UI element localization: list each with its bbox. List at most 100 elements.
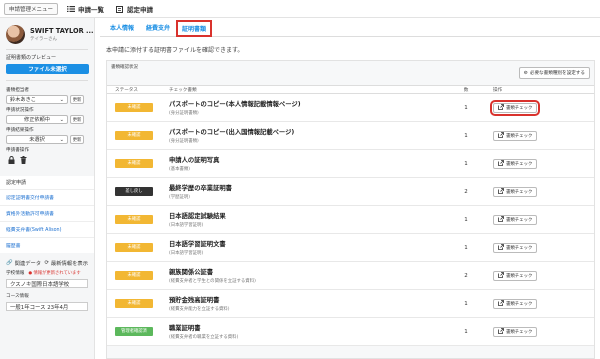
gear-icon: ⚙ [523,70,528,76]
document-title: 親族関係公証書 [169,269,214,276]
document-count: 2 [464,188,468,195]
external-link-icon [498,187,504,196]
school-info: 学校情報 ● 情報が更新されています クスノキ国際日本語学校 コース情報 一般1年… [0,270,94,311]
set-required-docs-button[interactable]: ⚙ 必要な書類種別を設定する [518,67,590,79]
links-header: 認定申請 [6,180,27,186]
update-button[interactable]: 更新 [70,115,84,124]
course-label: コース情報 [6,294,29,299]
status-badge: 管理者確認済 [115,327,153,336]
table-row: 管理者確認済 職業証明書 (経費支弁者の職業を立証する資料) 1 書類チェック [107,318,594,346]
table-row: 差し戻し 最終学歴の卒業証明書 (学歴証明) 2 書類チェック [107,178,594,206]
chevron-down-icon: ⌄ [59,96,64,103]
application-menu-button[interactable]: 申請管理メニュー [4,2,59,15]
tab-certificates[interactable]: 証明書類 [176,20,213,37]
document-icon [116,5,124,13]
link-certificate-application[interactable]: 認定証明書交付申請書 [0,189,94,205]
header-actions: 操作 [493,87,503,93]
application-status-select[interactable]: 修正依頼中 ⌄ [6,115,68,124]
button-label: 書類チェック [506,301,533,307]
document-check-button[interactable]: 書類チェック [493,130,538,141]
top-bar: 申請管理メニュー 申請一覧 認定申請 [0,0,600,18]
document-check-button[interactable]: 書類チェック [493,214,538,225]
page-description: 本申請に添付する証明書ファイルを確認できます。 [106,47,244,54]
table-row: 未確認 パスポートのコピー(出入国情報記載ページ) (身分証明書類) 1 書類チェック [107,122,594,150]
nav-certification-application[interactable]: 認定申請 [116,4,153,14]
update-button[interactable]: 更新 [70,135,84,144]
header-document: チェック書類 [169,87,197,93]
profile-name: SWIFT TAYLOR ... [30,27,94,35]
link-activity-permission[interactable]: 資格外活動許可申請書 [0,205,94,221]
document-check-button[interactable]: 書類チェック [493,186,538,197]
side-actions: 🔗 関連データ ⟳ 最新情報を表示 [0,253,94,270]
document-owner-select[interactable]: 鈴木あきこ ⌄ [6,95,68,104]
nav-application-list[interactable]: 申請一覧 [67,4,104,14]
table-row: 未確認 親族関係公証書 (経費支弁者と学生との関係を立証する資料) 2 書類チェック [107,262,594,290]
nav-label: 申請一覧 [78,5,105,14]
status-badge: 未確認 [115,215,153,224]
document-check-button[interactable]: 書類チェック [493,270,538,281]
document-check-button[interactable]: 書類チェック [493,326,538,337]
document-check-button[interactable]: 書類チェック [489,99,541,116]
button-label: 書類チェック [506,105,533,111]
document-check-button[interactable]: 書類チェック [493,298,538,309]
external-link-icon [498,215,504,224]
table-row: 未確認 パスポートのコピー(本人情報記載情報ページ) (身分証明書類) 1 書類チェック [107,94,594,122]
external-link-icon [498,131,504,140]
document-title: 預貯金残高証明書 [169,297,220,304]
button-label: 書類チェック [506,245,533,251]
status-badge: 未確認 [115,103,153,112]
document-count: 1 [464,300,468,307]
chevron-down-icon: ⌄ [59,136,64,143]
update-notice: ● 情報が更新されています [28,271,81,276]
school-name: クスノキ国際日本語学校 [6,279,88,288]
document-category: (身分証明書類) [169,111,199,116]
related-data-button[interactable]: 🔗 関連データ [6,259,41,267]
file-select-button[interactable]: ファイル未選択 [6,64,89,74]
application-result-select[interactable]: 未選択 ⌄ [6,135,68,144]
link-icon: 🔗 [6,260,13,266]
button-label: 書類チェック [506,273,533,279]
school-label: 学校情報 [6,271,25,276]
main-content: 本人情報 経費支弁 証明書類 本申請に添付する証明書ファイルを確認できます。 書… [100,18,600,359]
button-label: 書類チェック [506,133,533,139]
field-label: 書類担当者 [6,88,29,93]
external-link-icon [498,299,504,308]
document-category: (日本語学習証明) [169,251,204,256]
document-category: (学歴証明) [169,195,190,200]
tab-personal-info[interactable]: 本人情報 [104,19,140,36]
document-count: 1 [464,132,468,139]
documents-table: ステータス チェック書類 数 操作 未確認 パスポートのコピー(本人情報記載情報ペ… [107,85,594,346]
tab-expense-support[interactable]: 経費支弁 [140,19,176,36]
document-title: パスポートのコピー(出入国情報記載ページ) [169,129,295,136]
nav-label: 認定申請 [127,5,154,14]
action-label: 最新情報を表示 [50,261,88,267]
profile-subname: テイラーさん [30,37,57,42]
status-badge: 未確認 [115,159,153,168]
course-name: 一般1年コース 23年4月 [6,302,88,311]
external-link-icon [498,243,504,252]
preview-title: 証明書類のプレビュー [6,55,57,61]
document-title: 最終学歴の卒業証明書 [169,185,232,192]
document-count: 1 [464,216,468,223]
field-label: 申請状況操作 [6,108,34,113]
header-status: ステータス [115,87,138,93]
header-count: 数 [463,87,469,93]
external-link-icon [498,159,504,168]
table-row: 未確認 預貯金残高証明書 (経費支弁能力を立証する資料) 1 書類チェック [107,290,594,318]
document-category: (経費支弁者と学生との関係を立証する資料) [169,279,256,284]
trash-icon[interactable] [20,156,27,166]
update-button[interactable]: 更新 [70,95,84,104]
refresh-icon: ⟳ [44,260,49,266]
document-check-button[interactable]: 書類チェック [493,242,538,253]
show-latest-button[interactable]: ⟳ 最新情報を表示 [44,259,88,267]
table-row: 未確認 日本語学習証明文書 (日本語学習証明) 1 書類チェック [107,234,594,262]
link-expense-support[interactable]: 経費支弁書(Swift Alison) [0,221,94,237]
document-category: (身分証明書類) [169,139,199,144]
select-value: 未選択 [29,137,45,143]
external-link-icon [498,271,504,280]
lock-icon[interactable] [8,156,15,166]
select-value: 修正依頼中 [24,117,50,123]
link-resume[interactable]: 履歴書 [0,237,94,253]
document-check-button[interactable]: 書類チェック [493,158,538,169]
document-category: (経費支弁能力を立証する資料) [169,307,230,312]
